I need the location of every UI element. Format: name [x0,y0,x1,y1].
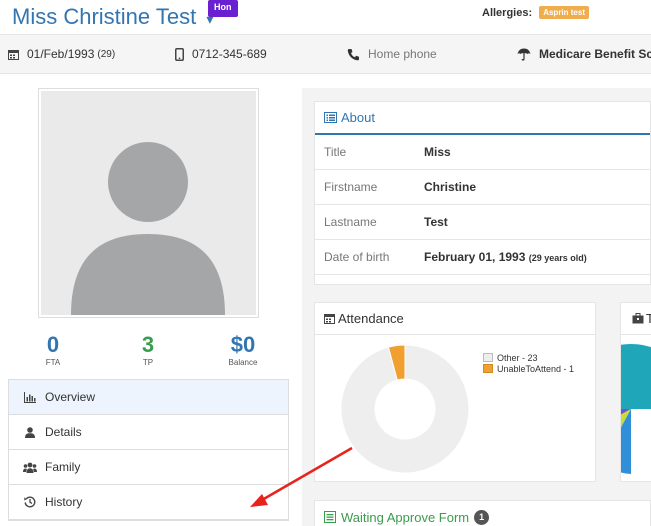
patient-name: Miss Christine Test [12,4,197,29]
tp-title: T [646,311,651,326]
about-row-dob: Date of birth February 01, 1993 (29 year… [315,240,650,275]
medicare-item[interactable]: Medicare Benefit Sc [517,47,651,61]
legend-swatch-unable [483,364,493,373]
sidebar-item-history[interactable]: History [9,485,288,520]
about-key: Lastname [324,215,377,229]
sidebar-item-details[interactable]: Details [9,415,288,450]
stat-fta[interactable]: 0 FTA [8,332,98,368]
sidebar-item-family[interactable]: Family [9,450,288,485]
patient-info-bar: 01/Feb/1993 (29) 0712-345-689 Home phone… [0,34,651,74]
mobile-item[interactable]: 0712-345-689 [175,47,267,61]
legend-swatch-other [483,353,493,362]
patient-photo[interactable] [38,88,259,318]
home-phone-placeholder: Home phone [368,47,437,61]
calendar-icon [324,314,335,324]
allergies-label: Allergies: [482,7,533,19]
sidebar-item-label: Overview [45,390,96,404]
calendar-icon [8,49,19,60]
history-icon [23,496,37,508]
about-row-lastname: Lastname Test [315,205,650,240]
dob-full: February 01, 1993 [424,250,526,264]
tp-header: T [621,303,651,335]
attendance-panel: Attendance Other - 23 UnableToAttend - 1 [314,302,596,482]
about-panel: About Title Miss Firstname Christine Las… [314,101,651,285]
list-icon [324,112,337,123]
attendance-header: Attendance [315,303,595,335]
patient-stats: 0 FTA 3 TP $0 Balance [8,333,289,373]
stat-balance[interactable]: $0 Balance [198,332,288,368]
about-key: Firstname [324,180,378,194]
attendance-donut-chart [340,344,470,474]
allergies: Allergies: Asprin test [482,6,589,19]
allergy-badge: Asprin test [539,6,589,19]
waiting-header[interactable]: Waiting Approve Form 1 [315,501,650,526]
chart-icon [23,391,37,403]
about-value: February 01, 1993 (29 years old) [424,250,587,264]
sidebar-item-label: History [45,495,83,509]
about-row-firstname: Firstname Christine [315,170,650,205]
sidebar-item-label: Family [45,460,81,474]
about-value: Miss [424,145,451,159]
sidebar-item-label: Details [45,425,82,439]
legend-label: UnableToAttend - 1 [497,363,575,374]
stat-tp-value: 3 [141,332,155,357]
about-value: Christine [424,180,477,194]
age-value: (29) [97,48,116,60]
stat-tp-label: TP [142,358,154,367]
home-phone-item[interactable]: Home phone [347,47,437,61]
stat-fta-label: FTA [45,358,61,367]
briefcase-icon [632,313,644,324]
waiting-title: Waiting Approve Form [341,509,470,525]
treatment-plan-panel: T [620,302,651,482]
attendance-title: Attendance [338,311,404,326]
user-icon [23,426,37,438]
form-icon [324,511,336,523]
about-value: Test [424,215,448,229]
patient-name-dropdown[interactable]: Miss Christine Test ▾ [12,4,213,30]
umbrella-icon [517,48,531,61]
about-title: About [341,110,375,125]
avatar [41,91,256,315]
tp-pie-chart [621,344,651,474]
group-icon [23,462,37,473]
sidebar-item-overview[interactable]: Overview [9,380,288,415]
hon-badge: Hon [208,0,238,17]
stat-balance-value: $0 [230,332,256,357]
about-key: Date of birth [324,250,390,264]
patient-header: Miss Christine Test ▾ Hon Allergies: Asp… [0,0,651,34]
dob-value: 01/Feb/1993 [27,47,95,61]
legend-item[interactable]: Other - 23 [483,352,574,363]
mobile-phone-icon [175,47,184,61]
mobile-value: 0712-345-689 [192,47,267,61]
about-header: About [315,102,650,135]
about-key: Title [324,145,347,159]
stat-fta-value: 0 [46,332,60,357]
about-row-title: Title Miss [315,135,650,170]
stat-balance-label: Balance [228,358,258,367]
legend-item[interactable]: UnableToAttend - 1 [483,363,574,374]
patient-sidenav: Overview Details Family History [8,379,289,521]
dob-age: (29 years old) [528,253,587,263]
dob-item: 01/Feb/1993 (29) [8,47,115,61]
attendance-legend: Other - 23 UnableToAttend - 1 [483,352,574,374]
waiting-count-badge: 1 [474,509,490,525]
avatar-placeholder-icon [71,142,225,315]
medicare-value: Medicare Benefit Sc [539,47,651,61]
waiting-approve-panel: Waiting Approve Form 1 [314,500,651,526]
stat-tp[interactable]: 3 TP [103,332,193,368]
legend-label: Other - 23 [497,352,538,363]
phone-icon [347,48,359,60]
